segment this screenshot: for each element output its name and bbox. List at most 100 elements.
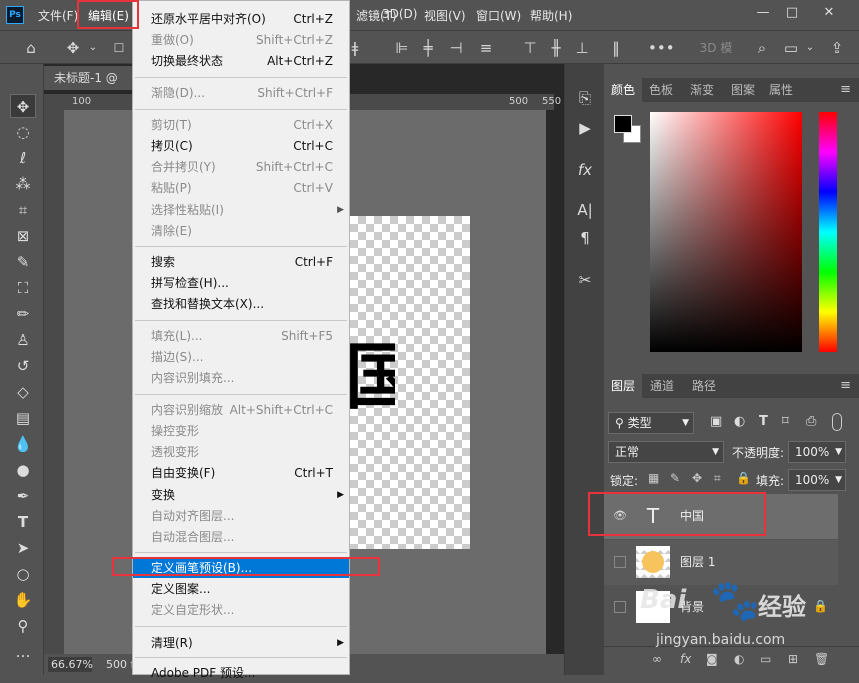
distribute-h-icon[interactable]: ≡	[476, 37, 496, 59]
marquee-tool-icon[interactable]: ◌	[10, 120, 36, 144]
menu-item-auto-align[interactable]: 自动对齐图层...	[133, 506, 349, 526]
magic-wand-icon[interactable]: ⁂	[10, 172, 36, 196]
foreground-color-swatch[interactable]	[614, 115, 632, 133]
move-tool-icon[interactable]: ✥	[62, 37, 84, 59]
opacity-input[interactable]: 100% ▼	[788, 441, 846, 463]
more-options-icon[interactable]: •••	[648, 37, 675, 59]
blur-tool-icon[interactable]: 💧	[10, 432, 36, 456]
menu-item-pdf-presets[interactable]: Adobe PDF 预设...	[133, 663, 349, 683]
tab-properties[interactable]: 属性	[762, 78, 800, 102]
brush-tool-icon[interactable]: ✏	[10, 302, 36, 326]
menu-item-define-pattern[interactable]: 定义图案...	[133, 579, 349, 599]
auto-select-checkbox[interactable]: ☐	[112, 37, 126, 59]
lock-transparent-icon[interactable]: ▦	[648, 471, 659, 485]
history-panel-icon[interactable]: ⎘	[573, 86, 597, 110]
healing-brush-icon[interactable]: ⛶	[10, 276, 36, 300]
tab-channels[interactable]: 通道	[642, 374, 682, 398]
panel-menu-icon[interactable]: ≡	[840, 78, 851, 102]
menu-item-copy[interactable]: 拷贝(C) Ctrl+C	[133, 136, 349, 156]
paragraph-panel-icon[interactable]: ¶	[573, 226, 597, 250]
move-tool-icon[interactable]: ✥	[10, 94, 36, 118]
search-icon[interactable]: ⌕	[752, 37, 772, 59]
menu-item-find-replace[interactable]: 查找和替换文本(X)...	[133, 294, 349, 314]
color-picker-field[interactable]	[650, 112, 802, 352]
tab-patterns[interactable]: 图案	[724, 78, 762, 102]
menu-item-define-shape[interactable]: 定义自定形状...	[133, 600, 349, 620]
align-bottom-icon[interactable]: ⊥	[572, 37, 592, 59]
actions-panel-icon[interactable]: ▶	[573, 116, 597, 140]
character-panel-icon[interactable]: A|	[573, 198, 597, 222]
tab-paths[interactable]: 路径	[684, 374, 724, 398]
tab-gradients[interactable]: 渐变	[682, 78, 722, 102]
frame-tool-icon[interactable]: ⊠	[10, 224, 36, 248]
tool-presets-icon[interactable]: ✂	[573, 268, 597, 292]
eyedropper-icon[interactable]: ✎	[10, 250, 36, 274]
hue-slider[interactable]	[819, 112, 837, 352]
lock-position-icon[interactable]: ✥	[692, 471, 702, 485]
chevron-down-icon[interactable]: ⌄	[86, 37, 100, 59]
menu-item-perspective-warp[interactable]: 透视变形	[133, 442, 349, 462]
distribute-icon[interactable]: ǂ	[350, 37, 360, 59]
align-vcenter-icon[interactable]: ╫	[546, 37, 566, 59]
panel-menu-icon[interactable]: ≡	[840, 374, 851, 398]
menu-item-cut[interactable]: 剪切(T) Ctrl+X	[133, 115, 349, 135]
menu-3d[interactable]: 3D(D)	[382, 7, 417, 21]
menu-item-toggle-last-state[interactable]: 切换最终状态 Alt+Ctrl+Z	[133, 51, 349, 71]
align-right-icon[interactable]: ⊣	[446, 37, 466, 59]
menu-item-purge[interactable]: 清理(R) ▶	[133, 633, 349, 653]
menu-item-paste[interactable]: 粘贴(P) Ctrl+V	[133, 178, 349, 198]
align-left-icon[interactable]: ⊫	[392, 37, 412, 59]
eraser-tool-icon[interactable]: ◇	[10, 380, 36, 404]
hand-tool-icon[interactable]: ✋	[10, 588, 36, 612]
menu-window[interactable]: 窗口(W)	[476, 7, 521, 24]
distribute-v-icon[interactable]: ‖	[606, 37, 626, 59]
tab-swatches[interactable]: 色板	[642, 78, 680, 102]
align-top-icon[interactable]: ⊤	[520, 37, 540, 59]
blend-mode-select[interactable]: 正常 ▼	[608, 441, 724, 463]
align-hcenter-icon[interactable]: ╪	[418, 37, 438, 59]
menu-item-auto-blend[interactable]: 自动混合图层...	[133, 527, 349, 547]
crop-tool-icon[interactable]: ⌗	[10, 198, 36, 222]
path-select-icon[interactable]: ➤	[10, 536, 36, 560]
menu-item-stroke[interactable]: 描边(S)...	[133, 347, 349, 367]
menu-item-undo[interactable]: 还原水平居中对齐(O) Ctrl+Z	[133, 9, 349, 29]
ellipse-tool-icon[interactable]: ○	[10, 562, 36, 586]
menu-item-paste-special[interactable]: 选择性粘贴(I) ▶	[133, 200, 349, 220]
menu-view[interactable]: 视图(V)	[424, 7, 466, 24]
workspace-icon[interactable]: ▭	[780, 37, 802, 59]
zoom-tool-icon[interactable]: ⚲	[10, 614, 36, 638]
filter-type-icon[interactable]: T	[759, 414, 768, 429]
filter-toggle[interactable]	[832, 413, 842, 431]
more-tools-icon[interactable]: …	[10, 640, 36, 664]
pen-tool-icon[interactable]: ✒	[10, 484, 36, 508]
menu-item-clear[interactable]: 清除(E)	[133, 221, 349, 241]
menu-item-puppet-warp[interactable]: 操控变形	[133, 421, 349, 441]
tab-color[interactable]: 颜色	[604, 78, 642, 102]
menu-item-spell-check[interactable]: 拼写检查(H)...	[133, 273, 349, 293]
visibility-toggle[interactable]	[614, 601, 626, 613]
type-tool-icon[interactable]: T	[10, 510, 36, 534]
visibility-toggle[interactable]	[614, 556, 626, 568]
lock-artboard-icon[interactable]: ⌗	[714, 471, 721, 486]
zoom-level[interactable]: 66.67%	[48, 657, 93, 672]
lock-image-icon[interactable]: ✎	[670, 471, 680, 485]
menu-item-fill[interactable]: 填充(L)... Shift+F5	[133, 326, 349, 346]
layer-filter-select[interactable]: ⚲ 类型 ▼	[608, 412, 694, 434]
menu-item-free-transform[interactable]: 自由变换(F) Ctrl+T	[133, 463, 349, 483]
close-icon[interactable]: ✕	[818, 4, 840, 22]
menu-item-content-aware-scale[interactable]: 内容识别缩放 Alt+Shift+Ctrl+C	[133, 400, 349, 420]
stamp-tool-icon[interactable]: ♙	[10, 328, 36, 352]
home-icon[interactable]: ⌂	[20, 37, 42, 59]
menu-item-fade[interactable]: 渐隐(D)... Shift+Ctrl+F	[133, 83, 349, 103]
menu-file[interactable]: 文件(F)	[38, 7, 78, 24]
menu-item-transform[interactable]: 变换 ▶	[133, 485, 349, 505]
filter-pixel-icon[interactable]: ▣	[710, 414, 722, 429]
filter-adjustment-icon[interactable]: ◐	[734, 414, 745, 429]
lock-all-icon[interactable]: 🔒	[736, 471, 751, 485]
history-brush-icon[interactable]: ↺	[10, 354, 36, 378]
menu-item-search[interactable]: 搜索 Ctrl+F	[133, 252, 349, 272]
filter-smart-icon[interactable]: ⎙	[806, 414, 816, 429]
lasso-tool-icon[interactable]: ℓ	[10, 146, 36, 170]
menu-item-redo[interactable]: 重做(O) Shift+Ctrl+Z	[133, 30, 349, 50]
fill-input[interactable]: 100% ▼	[788, 469, 846, 491]
